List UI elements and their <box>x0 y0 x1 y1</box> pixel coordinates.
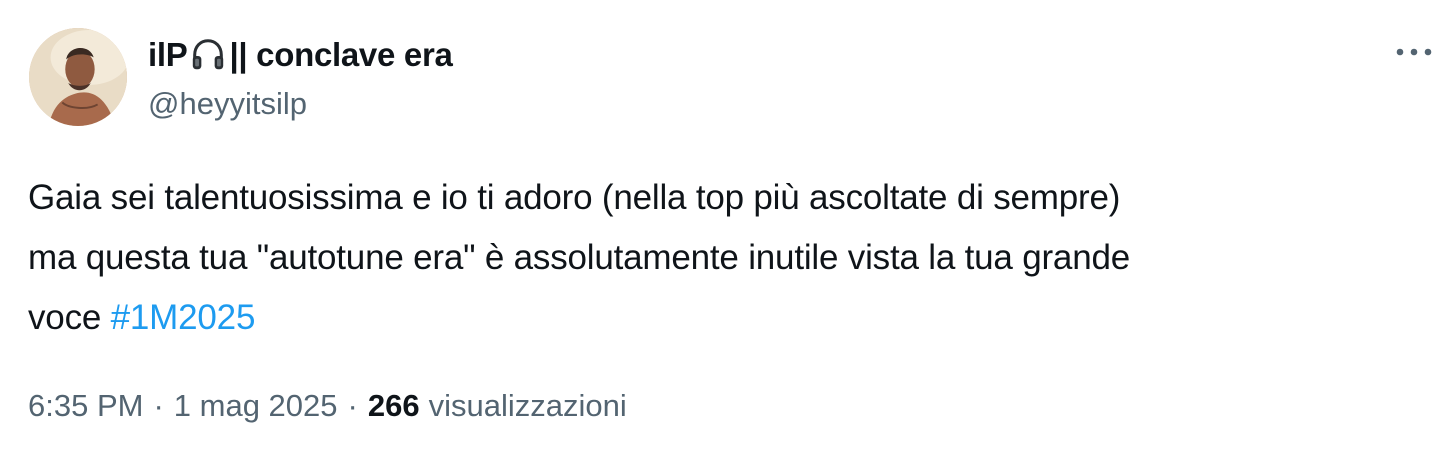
avatar[interactable] <box>29 28 127 126</box>
user-handle[interactable]: @heyyitsilp <box>148 86 307 122</box>
more-options-button[interactable] <box>1392 38 1436 66</box>
display-name[interactable]: ilP || conclave era <box>148 34 453 76</box>
tweet-date[interactable]: 1 mag 2025 <box>174 388 338 424</box>
hashtag-link[interactable]: #1M2025 <box>111 298 256 337</box>
meta-separator: · <box>347 388 358 423</box>
display-name-prefix: ilP <box>148 36 188 73</box>
tweet-text-line: ma questa tua "autotune era" è assolutam… <box>28 238 1130 277</box>
more-horizontal-icon <box>1396 48 1432 56</box>
tweet-text-line: voce #1M2025 <box>28 288 1428 348</box>
avatar-image <box>29 28 127 126</box>
display-name-suffix: || conclave era <box>229 36 453 73</box>
tweet-text-fragment: voce <box>28 298 111 337</box>
tweet-card: ilP || conclave era @heyyitsilp Gaia sei… <box>0 0 1454 464</box>
headphones-icon <box>189 36 227 74</box>
tweet-text: Gaia sei talentuosissima e io ti adoro (… <box>28 168 1428 348</box>
views-label: visualizzazioni <box>428 388 627 423</box>
tweet-time[interactable]: 6:35 PM <box>28 388 143 424</box>
tweet-text-line: Gaia sei talentuosissima e io ti adoro (… <box>28 178 1121 217</box>
views-count: 266 <box>367 388 420 423</box>
tweet-meta: 6:35 PM · 1 mag 2025 · 266 visualizzazio… <box>28 388 627 424</box>
meta-separator: · <box>153 388 164 423</box>
